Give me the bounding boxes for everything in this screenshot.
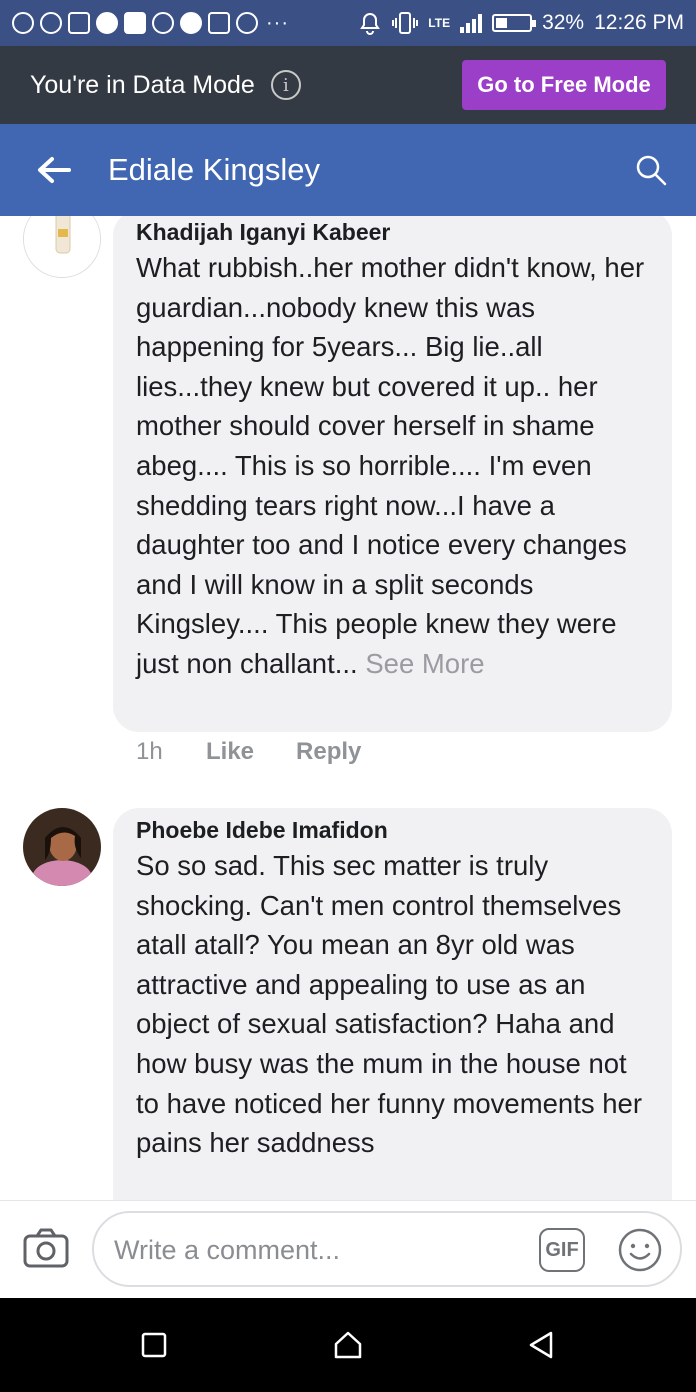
back-nav-button[interactable]: [516, 1320, 566, 1370]
avatar-image: [23, 808, 101, 886]
gif-button[interactable]: GIF: [539, 1228, 585, 1272]
back-arrow-icon: [38, 157, 71, 183]
comment-bubble[interactable]: Khadijah Iganyi Kabeer What rubbish..her…: [113, 216, 672, 732]
system-navigation-bar: [0, 1298, 696, 1392]
comment-bubble[interactable]: Phoebe Idebe Imafidon So so sad. This se…: [113, 808, 672, 1200]
notification-icons: ···: [12, 12, 289, 35]
search-button[interactable]: [606, 124, 696, 216]
like-button[interactable]: Like: [206, 738, 254, 766]
app-header: Ediale Kingsley: [0, 124, 696, 216]
facebook-icon: [180, 12, 202, 34]
battery-percentage: 32%: [542, 11, 585, 34]
info-icon[interactable]: i: [270, 70, 301, 100]
search-icon: [636, 155, 667, 186]
tshirt-icon: [208, 12, 230, 34]
camera-icon: [23, 1228, 69, 1268]
page-title: Ediale Kingsley: [108, 152, 320, 187]
messenger-icon: [96, 12, 118, 34]
facebook-icon: [124, 12, 146, 34]
network-type-label: LTE: [428, 16, 451, 30]
comment-timestamp: 1h: [136, 738, 163, 765]
comment-author[interactable]: Khadijah Iganyi Kabeer: [136, 218, 650, 246]
recents-button[interactable]: [129, 1320, 179, 1370]
square-icon: [141, 1332, 167, 1358]
vibrate-icon: [392, 12, 419, 34]
avatar[interactable]: [23, 808, 101, 886]
clock: 12:26 PM: [594, 11, 684, 34]
comment-body: What rubbish..her mother didn't know, he…: [136, 252, 645, 679]
shield-icon: [236, 12, 258, 34]
comment-author[interactable]: Phoebe Idebe Imafidon: [136, 816, 650, 844]
battery-icon: [492, 14, 537, 32]
comment-composer: Write a comment... GIF: [0, 1200, 696, 1298]
avatar[interactable]: [23, 216, 101, 278]
data-mode-message: You're in Data Mode: [30, 70, 255, 99]
comments-list[interactable]: Khadijah Iganyi Kabeer What rubbish..her…: [0, 216, 696, 1200]
see-more-link[interactable]: See More: [365, 648, 484, 679]
go-to-free-mode-button[interactable]: Go to Free Mode: [462, 60, 666, 110]
alarm-icon: [360, 12, 381, 35]
whatsapp-icon: [40, 12, 62, 34]
gmail-icon: [68, 12, 90, 34]
emoji-button[interactable]: [617, 1227, 663, 1273]
avatar-image: [24, 216, 100, 277]
comment-actions: 1h Like Reply: [136, 738, 403, 766]
comment-input[interactable]: Write a comment... GIF: [92, 1211, 682, 1287]
signal-icon: [460, 13, 483, 33]
back-button[interactable]: [0, 124, 108, 216]
comment-placeholder: Write a comment...: [114, 1235, 341, 1265]
comment-text: So so sad. This sec matter is truly shoc…: [136, 850, 642, 1159]
chrome-icon: [152, 12, 174, 34]
home-icon: [334, 1331, 362, 1359]
reply-button[interactable]: Reply: [296, 738, 361, 766]
emoji-icon: [618, 1228, 662, 1272]
data-mode-banner: You're in Data Mode i Go to Free Mode: [0, 46, 696, 124]
camera-button[interactable]: [22, 1225, 70, 1273]
status-bar: ··· LTE 32% 12:26 PM: [0, 0, 696, 46]
opera-mini-icon: [12, 12, 34, 34]
more-notifications-icon: ···: [266, 11, 289, 34]
triangle-back-icon: [529, 1331, 553, 1359]
comment-text: What rubbish..her mother didn't know, he…: [136, 248, 650, 684]
home-button[interactable]: [323, 1320, 373, 1370]
